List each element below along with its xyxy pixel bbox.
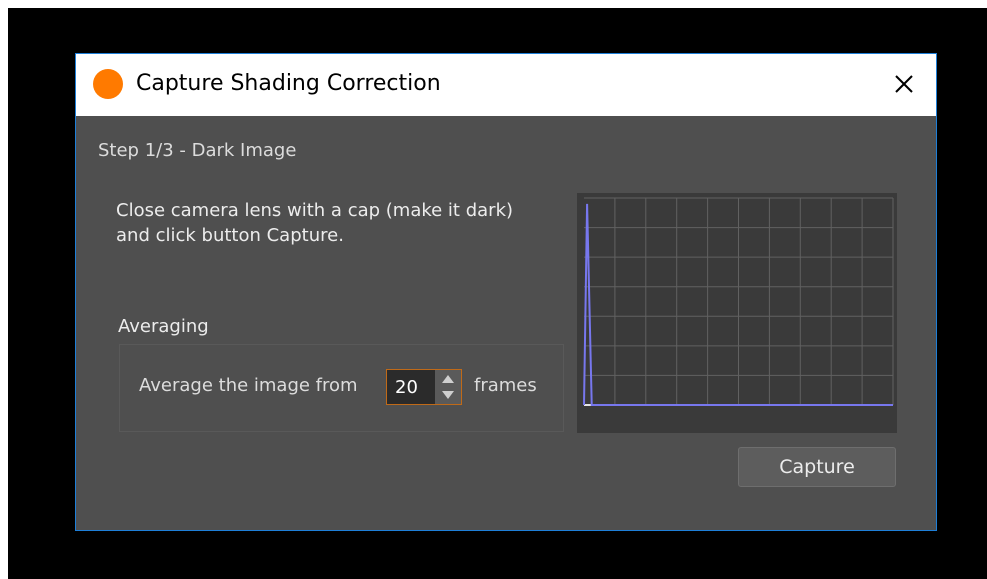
capture-shading-dialog: Capture Shading Correction Step 1/3 - Da…: [75, 53, 937, 531]
chevron-up-icon: [442, 375, 454, 383]
instructions-text: Close camera lens with a cap (make it da…: [116, 198, 513, 248]
app-logo-icon: [93, 69, 123, 99]
frames-unit-label: frames: [474, 375, 537, 396]
instructions-line-2: and click button Capture.: [116, 225, 344, 246]
spin-up-button[interactable]: [435, 370, 461, 387]
histogram-chart: [577, 193, 897, 433]
histogram-svg: [583, 197, 894, 406]
window-title: Capture Shading Correction: [136, 71, 441, 96]
averaging-group-title: Averaging: [118, 316, 209, 337]
spin-buttons: [435, 370, 461, 404]
frames-input[interactable]: [387, 370, 433, 404]
dialog-content: Step 1/3 - Dark Image Close camera lens …: [76, 116, 936, 530]
close-button[interactable]: [882, 62, 926, 106]
close-icon: [895, 75, 913, 93]
averaging-group-box: Average the image from fram: [119, 344, 564, 432]
title-bar[interactable]: Capture Shading Correction: [76, 54, 936, 116]
instructions-line-1: Close camera lens with a cap (make it da…: [116, 200, 514, 221]
frames-spinbox[interactable]: [386, 369, 462, 405]
capture-button[interactable]: Capture: [738, 447, 896, 487]
average-label: Average the image from: [139, 375, 358, 396]
chevron-down-icon: [442, 391, 454, 399]
step-label: Step 1/3 - Dark Image: [98, 140, 297, 161]
spin-down-button[interactable]: [435, 387, 461, 404]
